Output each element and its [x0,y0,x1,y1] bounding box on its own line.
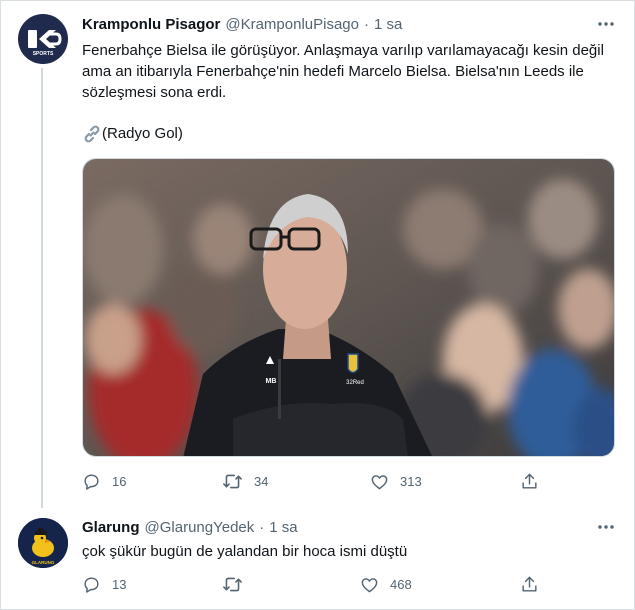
reply-count: 16 [112,474,127,489]
retweet-icon [223,577,242,592]
kp-logo-icon: SPORTS [28,30,62,57]
avatar-logo-text: GLARUNG [32,560,55,565]
source-label: (Radyo Gol) [102,125,183,142]
like-button[interactable]: 468 [360,575,520,594]
share-button[interactable] [520,472,539,491]
thread-connector-line [41,68,43,508]
photo-image: 32Red MB [83,159,614,456]
share-icon [522,473,537,489]
link-icon [84,125,100,142]
tweet-header: Kramponlu Pisagor @KramponluPisago · 1 s… [82,16,402,33]
source-line: (Radyo Gol) [82,123,617,144]
more-options-icon[interactable] [596,14,616,34]
reply-count: 13 [112,577,127,592]
tweet-actions: 13 468 [82,575,539,594]
retweet-count: 34 [254,474,269,489]
like-button[interactable]: 313 [370,472,520,491]
separator-dot: · [259,519,265,536]
avatar-logo-text: SPORTS [33,51,54,57]
photo-jersey-text: MB [266,378,277,385]
like-count: 313 [400,474,422,489]
tweet-header: Glarung @GlarungYedek · 1 sa [82,519,298,536]
display-name[interactable]: Glarung [82,519,140,536]
retweet-button[interactable] [222,575,360,594]
photo-sponsor-text: 32Red [346,380,364,386]
heart-icon [361,578,378,593]
timestamp[interactable]: 1 sa [269,519,297,536]
reply-icon [84,474,99,490]
tweet-actions: 16 34 313 [82,472,539,491]
retweet-icon [223,474,242,489]
display-name[interactable]: Kramponlu Pisagor [82,16,220,33]
share-icon [522,576,537,592]
heart-icon [371,475,388,490]
reply-button[interactable]: 13 [82,575,222,594]
separator-dot: · [364,16,369,33]
timestamp[interactable]: 1 sa [374,16,402,33]
handle[interactable]: @GlarungYedek [145,519,255,536]
like-count: 468 [390,577,412,592]
handle[interactable]: @KramponluPisago [225,16,359,33]
avatar[interactable]: GLARUNG [18,518,68,568]
share-button[interactable] [520,575,539,594]
tweet-text: Fenerbahçe Bielsa ile görüşüyor. Anlaşma… [82,42,604,101]
tweet-text: çok şükür bugün de yalandan bir hoca ism… [82,543,408,560]
reply-icon [84,577,99,593]
avatar[interactable]: SPORTS [18,14,68,64]
reply-button[interactable]: 16 [82,472,222,491]
tweet-photo[interactable]: 32Red MB [82,158,615,457]
more-options-icon[interactable] [596,517,616,537]
retweet-button[interactable]: 34 [222,472,370,491]
glarung-logo-icon: GLARUNG [18,518,68,568]
